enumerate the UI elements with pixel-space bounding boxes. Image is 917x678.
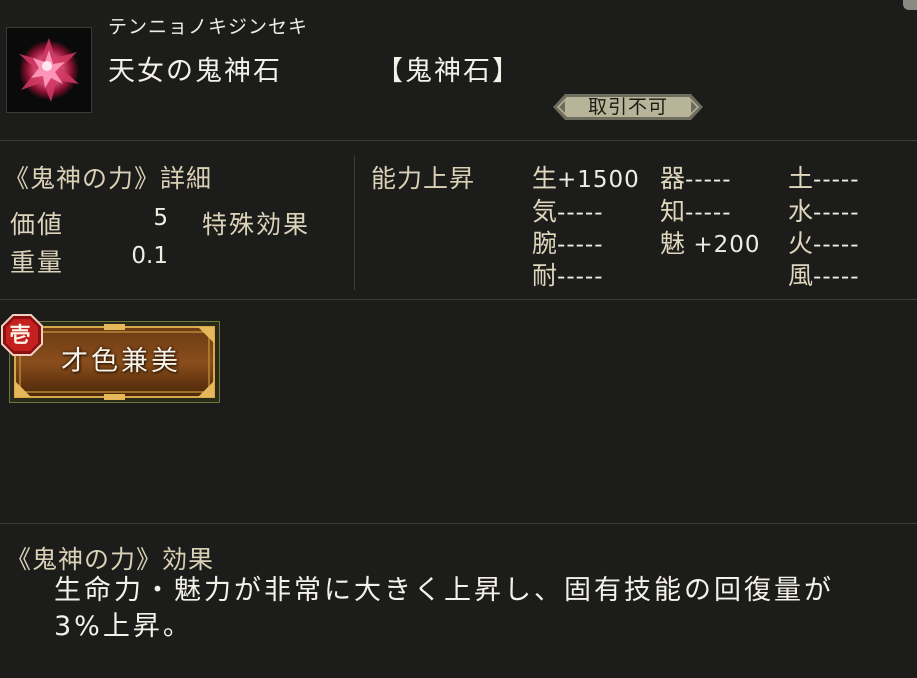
item-name: 天女の鬼神石: [108, 56, 282, 87]
stat-key: 耐: [532, 261, 558, 290]
stat-wind: 風-----: [788, 256, 860, 292]
weight-amount: 0.1: [131, 243, 168, 269]
effect-title: 《鬼神の力》効果: [6, 545, 215, 574]
stat-key: 気: [532, 197, 558, 226]
stat-value: -----: [685, 200, 732, 226]
trade-status-text: 取引不可: [587, 96, 668, 118]
column-divider: [354, 156, 355, 290]
stat-value: -----: [813, 200, 860, 226]
stat-key: 腕: [532, 229, 558, 258]
stat-value: +1500: [557, 167, 640, 193]
stat-water: 水-----: [788, 192, 860, 228]
stat-ki: 気-----: [532, 192, 604, 228]
stat-key: 風: [788, 261, 814, 290]
stat-key: 知: [660, 197, 686, 226]
stat-intellect: 知-----: [660, 192, 732, 228]
stat-life: 生+1500: [532, 159, 640, 195]
skill-name: 才色兼美: [61, 346, 181, 377]
details-title: 《鬼神の力》詳細: [4, 164, 213, 193]
stat-charm: 魅 +200: [660, 224, 761, 260]
stat-dexterity: 器-----: [660, 159, 732, 195]
stat-key: 器: [660, 164, 686, 193]
stat-key: 火: [788, 229, 814, 258]
stat-value: -----: [557, 232, 604, 258]
item-icon-frame: [6, 27, 92, 113]
stats-title: 能力上昇: [371, 164, 476, 193]
effect-description: 生命力・魅力が非常に大きく上昇し、固有技能の回復量が3%上昇。: [54, 575, 834, 642]
stat-value: +200: [685, 232, 761, 258]
red-crystal-gem-icon: [19, 38, 79, 102]
trade-status-badge: 取引不可: [553, 94, 703, 120]
stat-value: -----: [685, 167, 732, 193]
value-label: 価値: [10, 210, 65, 239]
special-effect-label: 特殊効果: [202, 210, 311, 239]
item-reading: テンニョノキジンセキ: [108, 16, 309, 38]
stat-key: 水: [788, 197, 814, 226]
weight-label: 重量: [10, 248, 65, 277]
item-detail-panel: テンニョノキジンセキ 天女の鬼神石 【鬼神石】 取引不可 《鬼神の力》詳細 価値…: [0, 0, 917, 678]
stat-value: -----: [557, 264, 604, 290]
stat-earth: 土-----: [788, 159, 860, 195]
divider: [0, 299, 917, 300]
item-type: 【鬼神石】: [376, 56, 521, 87]
divider: [0, 140, 917, 141]
stat-value: -----: [813, 167, 860, 193]
stat-key: 魅: [660, 229, 686, 258]
value-amount: 5: [153, 205, 168, 231]
divider: [0, 523, 917, 524]
stat-endurance: 耐-----: [532, 256, 604, 292]
stat-value: -----: [557, 200, 604, 226]
stat-fire: 火-----: [788, 224, 860, 260]
stat-key: 生: [532, 164, 558, 193]
stat-arm: 腕-----: [532, 224, 604, 260]
stat-value: -----: [813, 264, 860, 290]
stat-key: 土: [788, 164, 814, 193]
skill-rank: 壱: [9, 323, 31, 347]
window-corner: [903, 0, 917, 10]
stat-value: -----: [813, 232, 860, 258]
